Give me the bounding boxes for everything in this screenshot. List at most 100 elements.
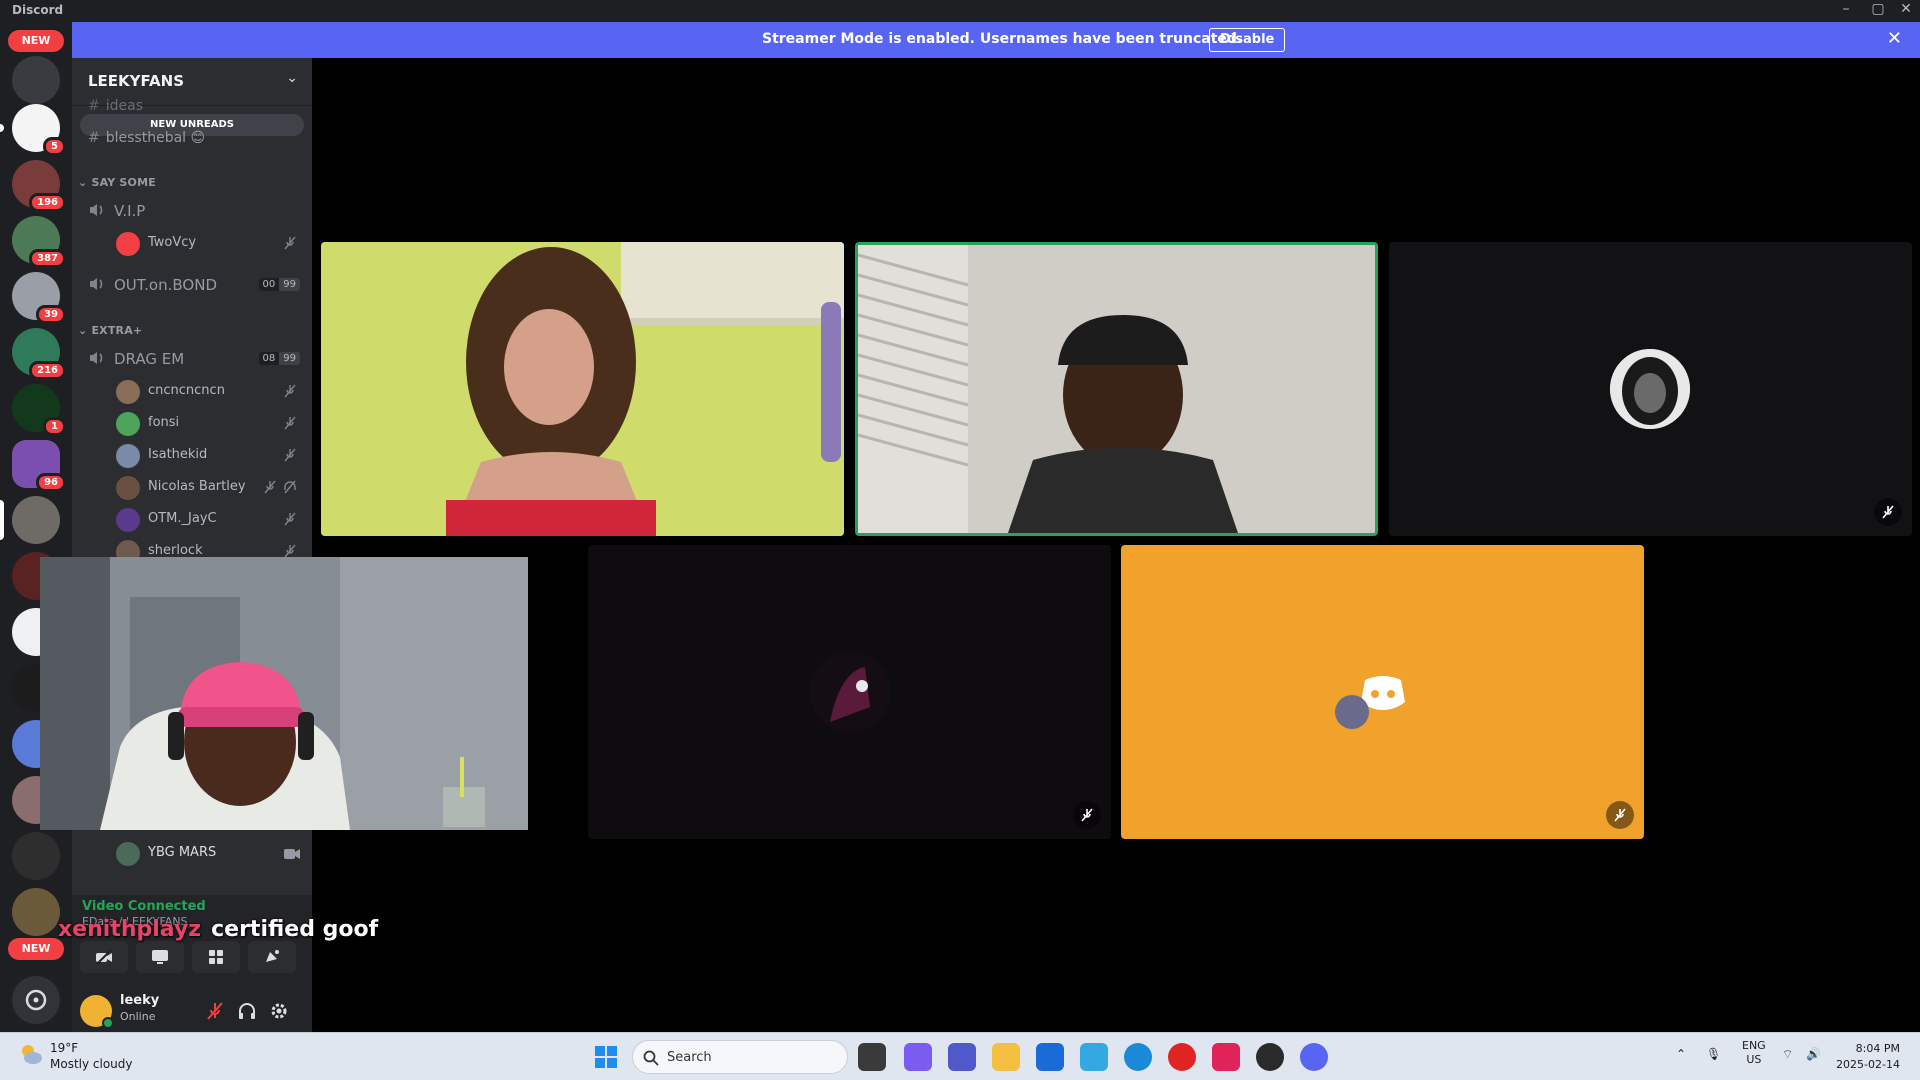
mention-badge: 196	[29, 193, 66, 212]
video-connected-status[interactable]: Video Connected	[82, 899, 206, 914]
unread-pill	[0, 124, 4, 132]
weather-cloud-icon[interactable]	[18, 1041, 44, 1067]
channel-blessthebal[interactable]: # blessthebal 😊	[88, 130, 205, 146]
server-icon-15[interactable]	[12, 888, 60, 936]
taskbar-clock[interactable]: 8:04 PM 2025-02-14	[1836, 1041, 1900, 1073]
server-icon-5[interactable]: 216	[12, 328, 66, 380]
voice-member[interactable]: Nicolas Bartley	[116, 474, 304, 502]
obs-icon[interactable]	[1256, 1043, 1284, 1071]
voice-member[interactable]: OTM._JayC	[116, 506, 304, 534]
hash-icon: #	[88, 130, 100, 146]
stream-chat-overlay: xenithplayz certified goof	[58, 917, 378, 942]
soundboard-button[interactable]	[248, 941, 296, 973]
hash-icon: #	[88, 98, 100, 114]
new-badge-bottom[interactable]: NEW	[8, 938, 64, 960]
participant-avatar	[1610, 349, 1690, 429]
voice-channel-vip[interactable]: V.I.P	[88, 198, 304, 226]
server-icon-home[interactable]	[12, 56, 60, 104]
avatar	[116, 380, 140, 404]
server-icon-8[interactable]	[0, 496, 60, 544]
discord-avatar	[116, 232, 140, 256]
server-icon-7[interactable]: 96	[12, 440, 66, 492]
muted-mic-icon	[284, 512, 296, 526]
microsoft-store-icon[interactable]	[1036, 1043, 1064, 1071]
avatar	[116, 508, 140, 532]
teams-icon[interactable]	[948, 1043, 976, 1071]
maximize-icon[interactable]: ▢	[1864, 1, 1892, 17]
close-window-icon[interactable]: ✕	[1892, 1, 1920, 17]
streamer-mode-banner: Streamer Mode is enabled. Usernames have…	[72, 22, 1920, 58]
video-tile-4[interactable]	[588, 545, 1111, 839]
category-say-some[interactable]: ⌄ SAY SOME	[78, 176, 156, 189]
headphones-icon[interactable]	[236, 1000, 258, 1022]
gear-icon[interactable]	[268, 1000, 290, 1022]
server-icon-2[interactable]: 196	[12, 160, 66, 212]
volume-icon[interactable]: 🔊	[1806, 1047, 1821, 1061]
toggle-camera-button[interactable]	[80, 941, 128, 973]
muted-mic-icon	[1081, 808, 1093, 822]
explore-discovery-button[interactable]	[12, 976, 60, 1024]
app-icon-wave[interactable]	[1212, 1043, 1240, 1071]
mention-badge: 216	[29, 361, 66, 380]
muted-mic-icon	[1882, 505, 1894, 519]
user-status: Online	[120, 1010, 156, 1023]
weather-temp[interactable]: 19°F	[50, 1041, 78, 1055]
edge-browser-icon[interactable]	[1124, 1043, 1152, 1071]
new-badge-top[interactable]: NEW	[8, 30, 64, 52]
voice-channel-out-on-bond[interactable]: OUT.on.BOND 00 99	[88, 272, 304, 300]
search-icon	[643, 1050, 659, 1066]
voice-channel-drag-em[interactable]: DRAG EM 08 99	[88, 346, 304, 374]
avatar	[116, 842, 140, 866]
speaker-icon	[90, 352, 103, 364]
disable-streamer-mode-button[interactable]: Disable	[1209, 28, 1286, 52]
discord-taskbar-icon[interactable]	[1300, 1043, 1328, 1071]
taskbar-search-box[interactable]: Search	[632, 1040, 848, 1074]
voice-member-pip[interactable]: YBG MARS	[72, 838, 312, 870]
banner-close-icon[interactable]: ✕	[1887, 28, 1902, 49]
video-tile-speaking[interactable]	[855, 242, 1378, 536]
wifi-icon[interactable]: ⌔	[1782, 1047, 1793, 1062]
username[interactable]: leeky	[120, 993, 159, 1008]
language-indicator[interactable]: ENG US	[1742, 1039, 1766, 1067]
mention-badge: 96	[36, 473, 66, 492]
channel-ideas[interactable]: # ideas	[88, 98, 143, 114]
share-screen-button[interactable]	[136, 941, 184, 973]
clock-time: 8:04 PM	[1855, 1042, 1900, 1055]
file-explorer-icon[interactable]	[992, 1043, 1020, 1071]
window-titlebar: Discord – ▢ ✕	[0, 0, 1920, 22]
voice-member[interactable]: TwoVcy	[116, 230, 304, 258]
app-icon-f[interactable]	[1080, 1043, 1108, 1071]
tray-chevron-up-icon[interactable]: ⌃	[1676, 1047, 1686, 1061]
copilot-icon[interactable]	[904, 1043, 932, 1071]
server-icon-3[interactable]: 387	[12, 216, 66, 268]
voice-member[interactable]: Isathekid	[116, 442, 304, 470]
video-tile-1[interactable]	[321, 242, 844, 536]
webcam-image	[40, 557, 528, 830]
activities-button[interactable]	[192, 941, 240, 973]
video-tile-3[interactable]	[1389, 242, 1912, 536]
muted-mic-icon[interactable]	[204, 1000, 226, 1022]
category-extra[interactable]: ⌄ EXTRA+	[78, 324, 142, 337]
weather-condition[interactable]: Mostly cloudy	[50, 1057, 133, 1071]
microphone-tray-icon[interactable]: 🎙	[1706, 1047, 1721, 1061]
muted-mic-icon	[284, 448, 296, 462]
voice-member[interactable]: fonsi	[116, 410, 304, 438]
muted-mic-icon	[264, 480, 276, 494]
voice-member[interactable]: cncncncncn	[116, 378, 304, 406]
video-tile-5[interactable]	[1121, 545, 1644, 839]
task-view-icon[interactable]	[858, 1043, 886, 1071]
app-icon-red[interactable]	[1168, 1043, 1196, 1071]
screen-share-icon	[152, 950, 168, 964]
server-icon-4[interactable]: 39	[12, 272, 66, 324]
server-icon-1[interactable]: 5	[0, 104, 66, 156]
tile-muted-indicator	[1073, 801, 1101, 829]
minimize-icon[interactable]: –	[1832, 1, 1860, 17]
windows-start-icon[interactable]	[594, 1045, 618, 1069]
mention-badge: 39	[36, 305, 66, 324]
avatar	[116, 412, 140, 436]
app-title: Discord	[12, 3, 64, 17]
avatar	[116, 476, 140, 500]
server-icon-14[interactable]	[12, 832, 60, 880]
chat-message: certified goof	[211, 917, 379, 942]
server-icon-6[interactable]: 1	[12, 384, 66, 436]
